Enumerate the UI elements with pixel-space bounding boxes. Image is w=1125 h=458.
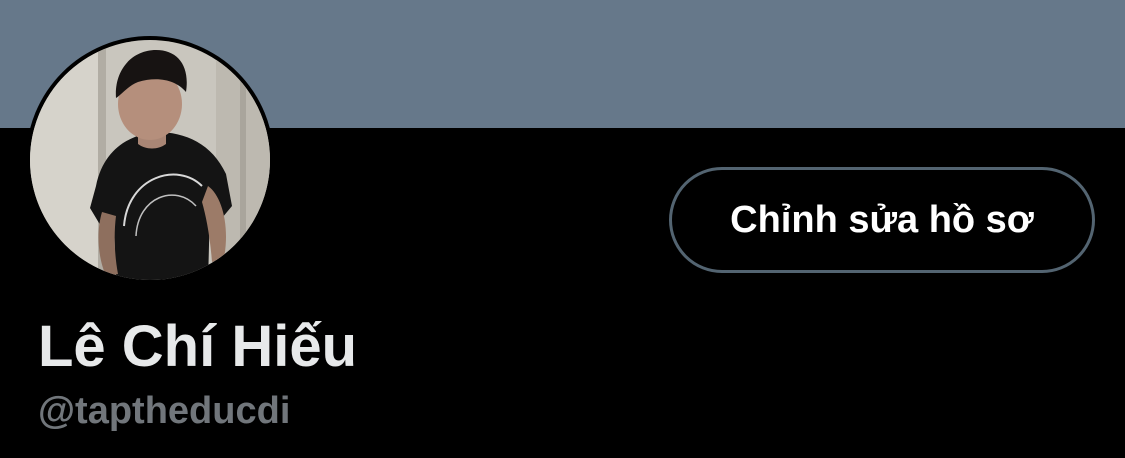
profile-header: Chỉnh sửa hồ sơ Lê Chí Hiếu @taptheducdi [0, 0, 1125, 458]
edit-profile-button[interactable]: Chỉnh sửa hồ sơ [669, 167, 1095, 273]
avatar-photo [30, 40, 270, 280]
profile-avatar[interactable] [26, 36, 274, 284]
profile-handle: @taptheducdi [38, 390, 291, 432]
profile-display-name: Lê Chí Hiếu [38, 314, 358, 379]
